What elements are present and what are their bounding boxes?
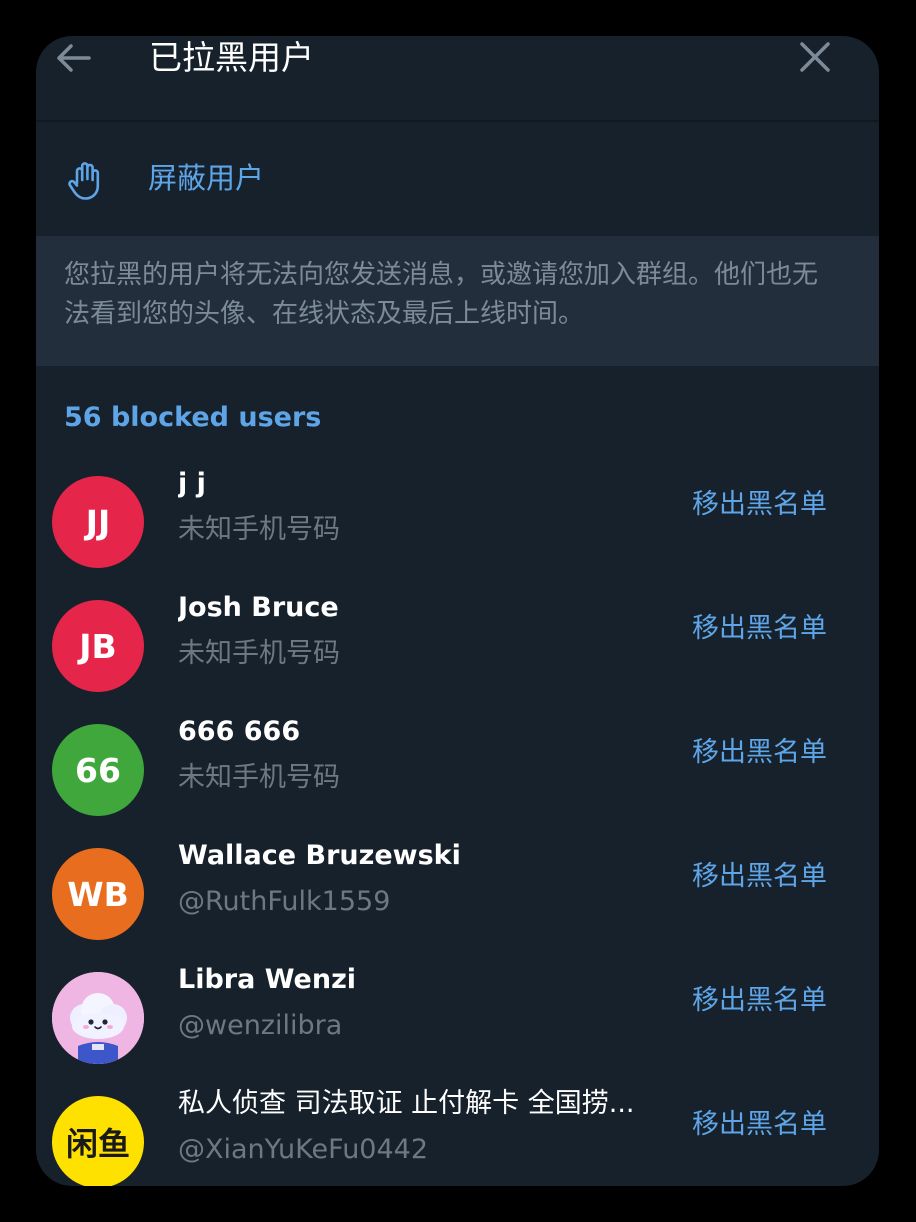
avatar: JJ <box>52 476 144 568</box>
cloud-mascot-icon <box>52 972 144 1064</box>
user-subtitle: @XianYuKeFu0442 <box>178 1134 429 1165</box>
user-name: Wallace Bruzewski <box>178 840 461 871</box>
user-subtitle: 未知手机号码 <box>178 762 340 793</box>
header: 已拉黑用户 <box>36 36 879 122</box>
hand-stop-icon <box>68 162 100 200</box>
user-row[interactable]: JB Josh Bruce 未知手机号码 移出黑名单 <box>36 584 879 708</box>
unblock-button[interactable]: 移出黑名单 <box>692 981 827 1021</box>
user-subtitle: @wenzilibra <box>178 1010 343 1041</box>
user-name: Josh Bruce <box>178 592 339 623</box>
avatar: 66 <box>52 724 144 816</box>
unblock-button[interactable]: 移出黑名单 <box>692 609 827 649</box>
close-button[interactable] <box>798 40 832 74</box>
unblock-button[interactable]: 移出黑名单 <box>692 733 827 773</box>
user-name: Libra Wenzi <box>178 964 357 995</box>
back-button[interactable] <box>54 38 94 78</box>
user-name: j j <box>178 468 206 499</box>
close-icon <box>800 42 830 72</box>
page-title: 已拉黑用户 <box>149 38 314 77</box>
blocked-users-window: 已拉黑用户 屏蔽用户 您拉黑的用户将无法向您发送消息，或邀请您加入群组。他们也无… <box>36 36 879 1186</box>
arrow-left-icon <box>57 44 91 72</box>
user-row[interactable]: 66 666 666 未知手机号码 移出黑名单 <box>36 708 879 832</box>
blocked-count: 56 blocked users <box>64 402 322 433</box>
unblock-button[interactable]: 移出黑名单 <box>692 857 827 897</box>
info-box: 您拉黑的用户将无法向您发送消息，或邀请您加入群组。他们也无法看到您的头像、在线状… <box>36 236 879 366</box>
block-user-button[interactable]: 屏蔽用户 <box>36 122 879 236</box>
info-text: 您拉黑的用户将无法向您发送消息，或邀请您加入群组。他们也无法看到您的头像、在线状… <box>64 260 819 329</box>
unblock-button[interactable]: 移出黑名单 <box>692 485 827 525</box>
avatar <box>52 972 144 1064</box>
user-name: 666 666 <box>178 716 301 747</box>
user-subtitle: 未知手机号码 <box>178 514 340 545</box>
user-subtitle: 未知手机号码 <box>178 638 340 669</box>
avatar: 闲鱼 <box>52 1096 144 1186</box>
user-name: 私人侦查 司法取证 止付解卡 全国捞... <box>178 1088 635 1119</box>
block-user-label: 屏蔽用户 <box>148 161 265 195</box>
avatar: JB <box>52 600 144 692</box>
user-row[interactable]: 闲鱼 私人侦查 司法取证 止付解卡 全国捞... @XianYuKeFu0442… <box>36 1080 879 1186</box>
user-row[interactable]: WB Wallace Bruzewski @RuthFulk1559 移出黑名单 <box>36 832 879 956</box>
unblock-button[interactable]: 移出黑名单 <box>692 1105 827 1145</box>
user-subtitle: @RuthFulk1559 <box>178 886 391 917</box>
user-row[interactable]: JJ j j 未知手机号码 移出黑名单 <box>36 460 879 584</box>
user-row[interactable]: Libra Wenzi @wenzilibra 移出黑名单 <box>36 956 879 1080</box>
avatar: WB <box>52 848 144 940</box>
